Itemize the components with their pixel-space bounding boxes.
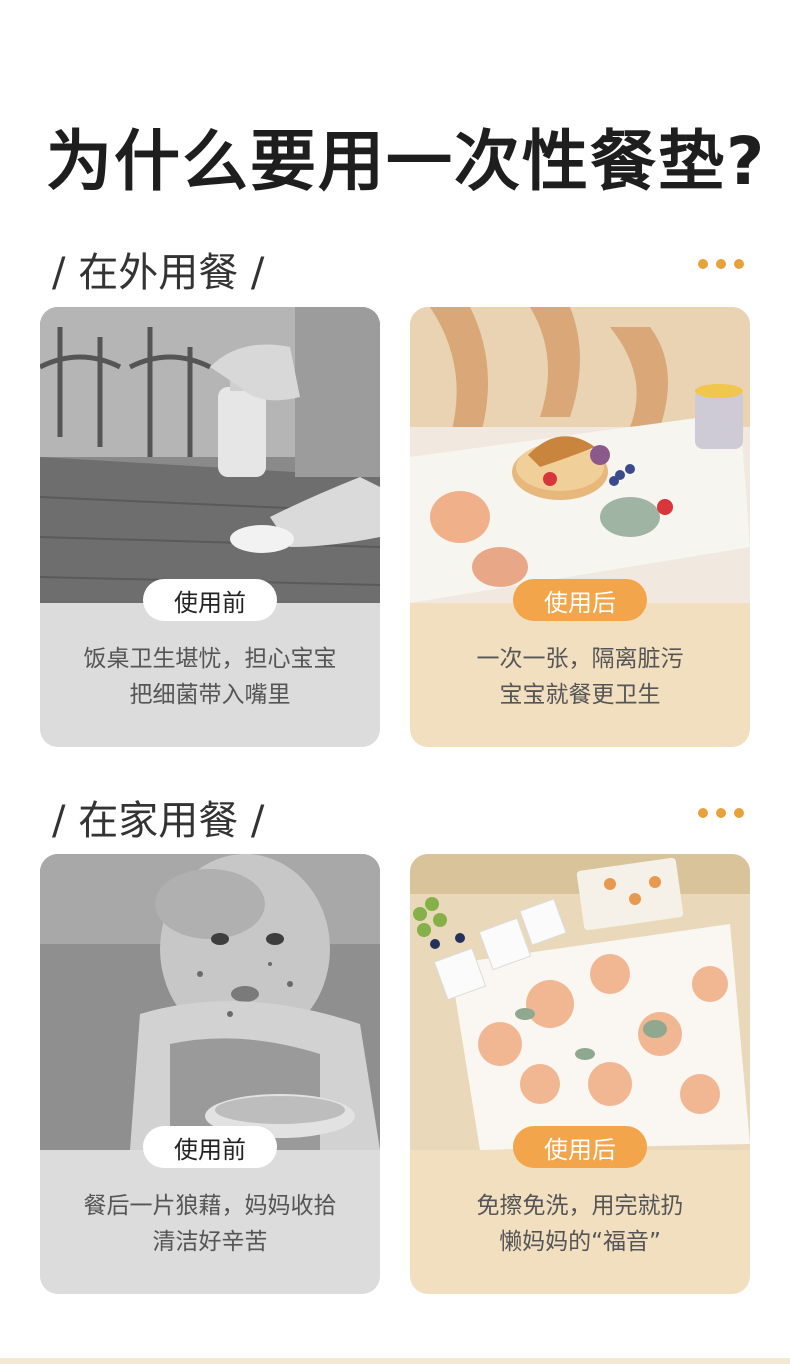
description-line: 饭桌卫生堪忧，担心宝宝	[83, 646, 337, 672]
photo-placemats-table	[410, 854, 750, 1150]
badge-before: 使用前	[143, 1126, 277, 1168]
page-title: 为什么要用一次性餐垫?	[46, 123, 767, 200]
photo-messy-baby	[40, 854, 380, 1150]
section-heading-dining-home: / 在家用餐 /	[52, 798, 265, 844]
photo-wiping-table	[40, 307, 380, 603]
card-after-dining-home: 使用后 免擦免洗，用完就扔 懒妈妈的“福音”	[410, 854, 750, 1294]
card-after-dining-out: 使用后 一次一张，隔离脏污 宝宝就餐更卫生	[410, 307, 750, 747]
photo-placemat-restaurant	[410, 307, 750, 603]
badge-before: 使用前	[143, 579, 277, 621]
card-before-dining-home: 使用前 餐后一片狼藉，妈妈收拾 清洁好辛苦	[40, 854, 380, 1294]
description-after-dining-home: 免擦免洗，用完就扔 懒妈妈的“福音”	[410, 1188, 750, 1260]
description-line: 把细菌带入嘴里	[129, 682, 291, 708]
card-before-dining-out: 使用前 饭桌卫生堪忧，担心宝宝 把细菌带入嘴里	[40, 307, 380, 747]
description-line: 免擦免洗，用完就扔	[476, 1193, 684, 1219]
description-line: 清洁好辛苦	[152, 1229, 268, 1255]
badge-after: 使用后	[513, 1126, 647, 1168]
description-after-dining-out: 一次一张，隔离脏污 宝宝就餐更卫生	[410, 641, 750, 713]
description-before-dining-home: 餐后一片狼藉，妈妈收拾 清洁好辛苦	[40, 1188, 380, 1260]
description-line: 懒妈妈的“福音”	[499, 1229, 661, 1255]
description-line: 餐后一片狼藉，妈妈收拾	[83, 1193, 337, 1219]
more-dots-icon	[698, 259, 744, 269]
description-before-dining-out: 饭桌卫生堪忧，担心宝宝 把细菌带入嘴里	[40, 641, 380, 713]
bottom-divider	[0, 1358, 790, 1364]
section-heading-dining-out: / 在外用餐 /	[52, 250, 265, 296]
description-line: 宝宝就餐更卫生	[499, 682, 661, 708]
more-dots-icon	[698, 808, 744, 818]
badge-after: 使用后	[513, 579, 647, 621]
description-line: 一次一张，隔离脏污	[476, 646, 684, 672]
